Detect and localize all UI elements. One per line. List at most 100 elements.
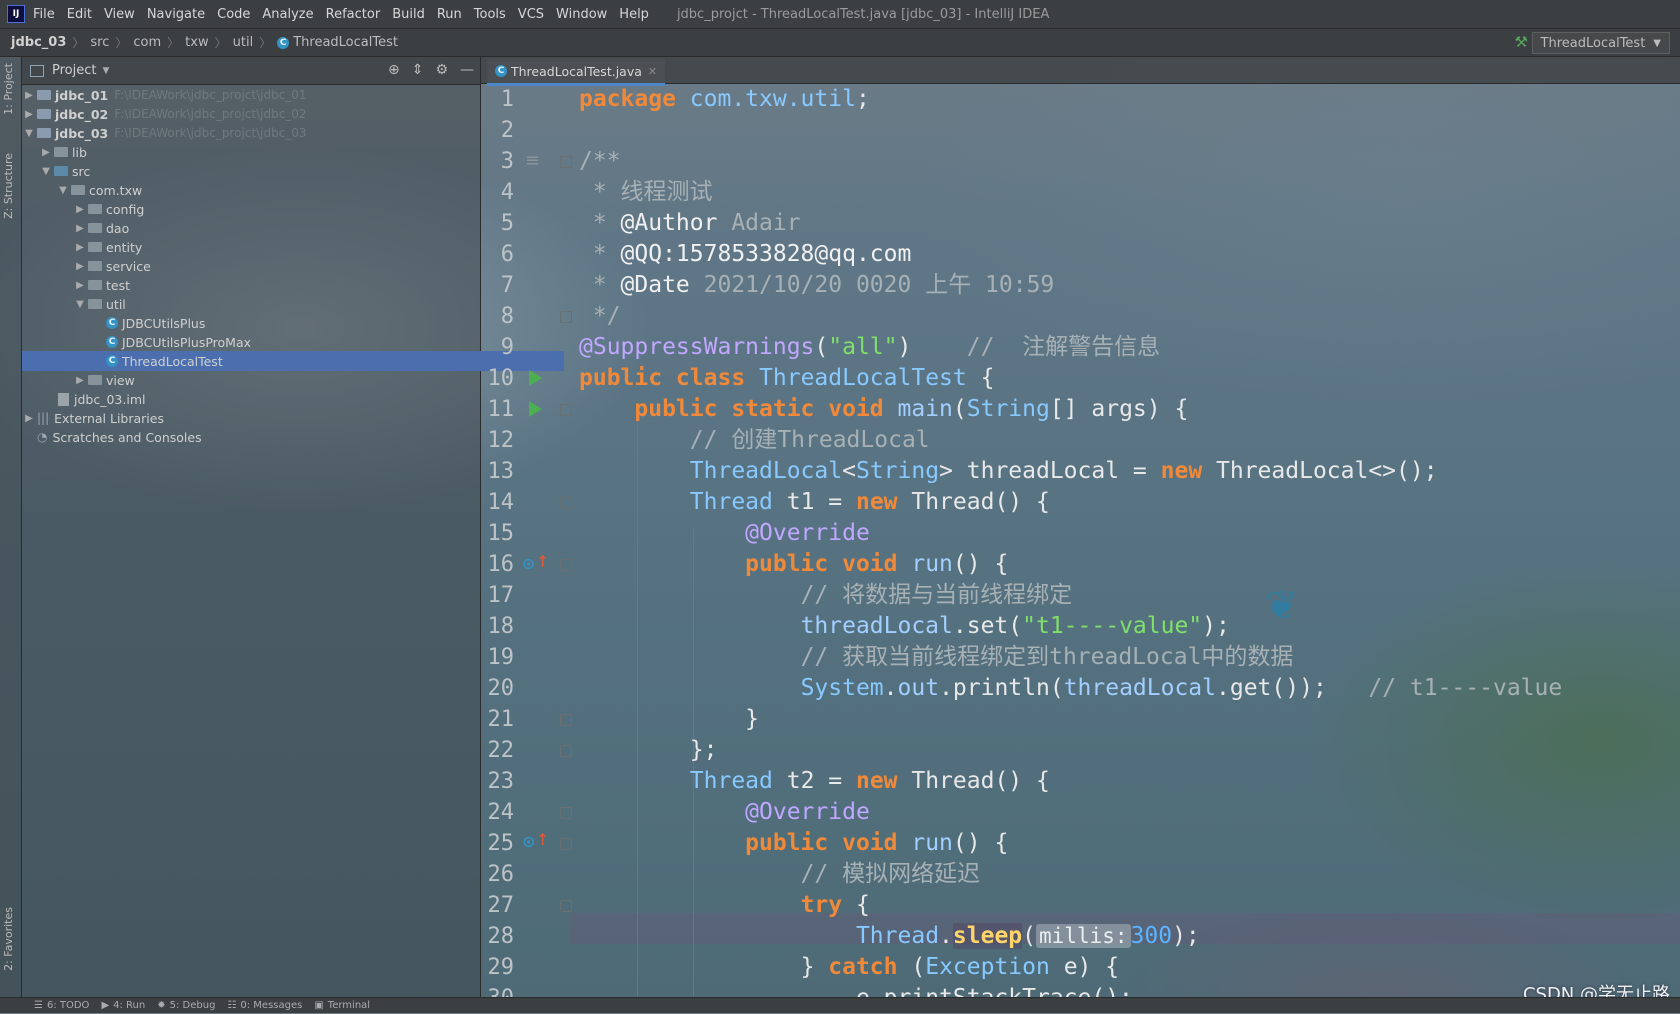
module-folder-icon [37, 109, 51, 119]
fold-marker-icon[interactable] [560, 404, 572, 416]
run-class-icon[interactable] [529, 370, 542, 386]
menu-tools[interactable]: Tools [474, 7, 506, 22]
tree-item-src[interactable]: ▼ src [22, 161, 499, 181]
expand-arrow-icon[interactable]: ▶ [75, 223, 85, 234]
gear-icon[interactable]: ⚙ [435, 62, 448, 78]
tree-item-config[interactable]: ▶ config [22, 199, 533, 219]
breadcrumb-txw[interactable]: txw [185, 35, 208, 50]
expand-arrow-icon[interactable]: ▶ [75, 242, 85, 253]
fold-marker-icon[interactable] [560, 311, 572, 323]
build-hammer-icon[interactable]: ⚒ [1515, 33, 1528, 51]
tree-item-test[interactable]: ▶ test [22, 275, 533, 295]
javadoc-render-icon[interactable]: ≡ [525, 150, 540, 171]
menu-run[interactable]: Run [437, 7, 462, 22]
run-configuration-select[interactable]: ThreadLocalTest ▼ [1531, 32, 1670, 54]
fold-marker-icon[interactable] [560, 714, 572, 726]
code-editor[interactable]: package com.txw.util; /** * 线程测试 * @Auth… [579, 84, 1680, 1011]
collapse-arrow-icon[interactable]: ▼ [75, 299, 85, 310]
breadcrumb-util[interactable]: util [233, 35, 254, 50]
package-icon [71, 185, 85, 195]
tree-item-com-txw[interactable]: ▼ com.txw [22, 180, 516, 200]
fold-marker-icon[interactable] [560, 900, 572, 912]
expand-arrow-icon[interactable]: ▶ [75, 280, 85, 291]
expand-arrow-icon[interactable]: ▶ [75, 204, 85, 215]
breadcrumb-module[interactable]: jdbc_03 [11, 35, 66, 50]
tree-item-jdbc-03[interactable]: ▼ jdbc_03 F:\IDEAWork\jdbc_projct\jdbc_03 [22, 123, 482, 143]
tree-item-view[interactable]: ▶ view [22, 370, 533, 390]
fold-marker-icon[interactable] [560, 838, 572, 850]
locate-target-icon[interactable]: ⊕ [388, 62, 400, 78]
tree-item-scratches[interactable]: ◔ Scratches and Consoles [22, 427, 495, 447]
tool-tab-structure[interactable]: Z: Structure [2, 153, 15, 219]
module-folder-icon [37, 128, 51, 138]
terminal-tool-button[interactable]: ▣ Terminal [314, 1000, 370, 1011]
collapse-all-icon[interactable]: ⇕ [412, 62, 424, 78]
collapse-arrow-icon[interactable]: ▼ [24, 128, 34, 139]
expand-arrow-icon[interactable]: ▶ [75, 261, 85, 272]
editor-tab-threadlocaltest[interactable]: C ThreadLocalTest.java ✕ [487, 59, 666, 86]
code-line-26: // 模拟网络延迟 [800, 861, 981, 887]
menu-vcs[interactable]: VCS [518, 7, 544, 22]
tree-item-lib[interactable]: ▶ lib [22, 142, 499, 162]
breadcrumb-separator-icon: 〉 [214, 36, 227, 50]
menu-navigate[interactable]: Navigate [147, 7, 205, 22]
menu-code[interactable]: Code [217, 7, 250, 22]
fold-marker-icon[interactable] [560, 559, 572, 571]
code-line-7: * @Date 2021/10/20 0020 上午 10:59 [579, 272, 1055, 298]
tree-item-jdbc-03-iml[interactable]: jdbc_03.iml [22, 389, 516, 409]
tree-item-entity[interactable]: ▶ entity [22, 237, 533, 257]
line-number: 13 [487, 459, 515, 484]
chevron-down-icon[interactable]: ▼ [102, 66, 109, 76]
tool-tab-favorites[interactable]: 2: Favorites [2, 907, 15, 971]
fold-marker-icon[interactable] [560, 497, 572, 509]
breadcrumb-class[interactable]: C ThreadLocalTest [277, 35, 398, 50]
debug-tool-button[interactable]: ✹ 5: Debug [157, 1000, 215, 1011]
menu-file[interactable]: File [33, 7, 55, 22]
code-line-8: */ [579, 303, 621, 329]
expand-arrow-icon[interactable]: ▶ [41, 147, 51, 158]
run-label: 4: Run [113, 1000, 146, 1011]
breadcrumb-class-label: ThreadLocalTest [293, 35, 398, 50]
fold-marker-icon[interactable] [560, 156, 572, 168]
run-tool-button[interactable]: ▶ 4: Run [101, 1000, 145, 1011]
expand-arrow-icon[interactable]: ▶ [75, 375, 85, 386]
tool-tab-project[interactable]: 1: Project [2, 63, 15, 115]
minimize-icon[interactable]: — [460, 62, 474, 78]
menu-analyze[interactable]: Analyze [262, 7, 313, 22]
menu-edit[interactable]: Edit [67, 7, 92, 22]
package-icon [88, 223, 102, 233]
menu-build[interactable]: Build [392, 7, 425, 22]
menu-window[interactable]: Window [556, 7, 607, 22]
breadcrumb-separator-icon: 〉 [72, 36, 85, 50]
expand-arrow-icon[interactable]: ▶ [24, 90, 34, 101]
project-panel-header: Project ▼ ⊕ ⇕ ⚙ — [22, 57, 480, 85]
override-method-icon[interactable]: ⊙ [522, 554, 535, 573]
tree-item-service[interactable]: ▶ service [22, 256, 533, 276]
breadcrumb-com[interactable]: com [133, 35, 161, 50]
menu-view[interactable]: View [104, 7, 135, 22]
tree-item-jdbc-02[interactable]: ▶ jdbc_02 F:\IDEAWork\jdbc_projct\jdbc_02 [22, 104, 482, 124]
code-line-10: public class ThreadLocalTest { [579, 365, 995, 391]
tree-item-jdbc-01[interactable]: ▶ jdbc_01 F:\IDEAWork\jdbc_projct\jdbc_01 [22, 85, 482, 105]
tree-item-external-libraries[interactable]: ▶ ||| External Libraries [22, 408, 482, 428]
menu-refactor[interactable]: Refactor [326, 7, 381, 22]
collapse-arrow-icon[interactable]: ▼ [58, 185, 68, 196]
expand-arrow-icon[interactable]: ▶ [24, 413, 34, 424]
messages-tool-button[interactable]: ☷ 0: Messages [227, 1000, 302, 1011]
close-icon[interactable]: ✕ [648, 65, 657, 78]
breadcrumb-src[interactable]: src [90, 35, 109, 50]
bug-icon: ✹ [157, 1000, 166, 1011]
line-number: 19 [487, 645, 515, 670]
override-method-icon[interactable]: ⊙ [522, 832, 535, 851]
messages-label: 0: Messages [240, 1000, 303, 1011]
expand-arrow-icon[interactable]: ▶ [24, 109, 34, 120]
menu-help[interactable]: Help [619, 7, 649, 22]
collapse-arrow-icon[interactable]: ▼ [41, 166, 51, 177]
tree-item-util[interactable]: ▼ util [22, 294, 533, 314]
project-panel-title[interactable]: Project [52, 63, 96, 78]
tree-item-dao[interactable]: ▶ dao [22, 218, 533, 238]
todo-tool-button[interactable]: ☰ 6: TODO [34, 1000, 89, 1011]
fold-marker-icon[interactable] [560, 745, 572, 757]
fold-marker-icon[interactable] [560, 807, 572, 819]
run-main-icon[interactable] [529, 401, 542, 417]
